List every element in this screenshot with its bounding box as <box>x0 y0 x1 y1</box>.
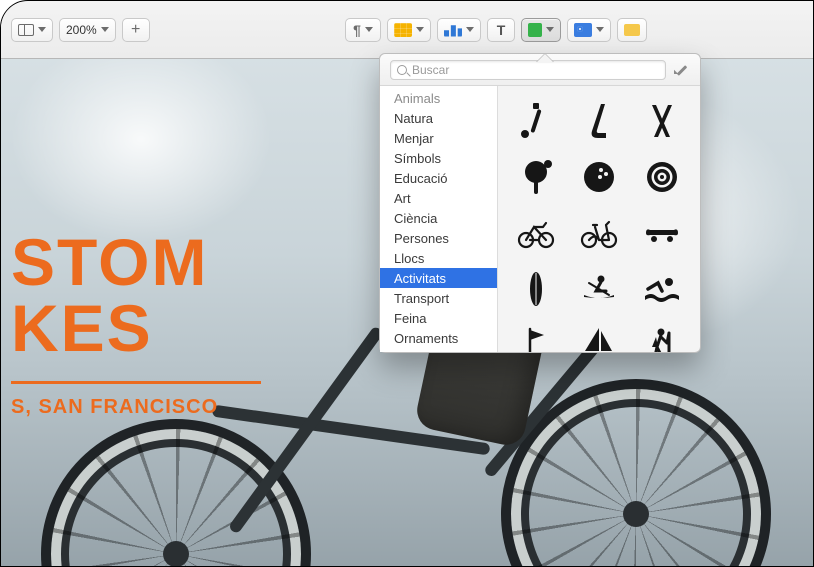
dartboard-icon[interactable] <box>642 157 682 197</box>
category-item[interactable]: Menjar <box>380 128 497 148</box>
category-item[interactable]: Llocs <box>380 248 497 268</box>
toolbar: 200% + ¶ T <box>1 1 813 59</box>
table-tennis-icon[interactable] <box>516 157 556 197</box>
text-icon: T <box>497 22 506 38</box>
title-line-2: KES <box>11 295 261 361</box>
app-window: 200% + ¶ T <box>0 0 814 567</box>
category-item[interactable]: Educació <box>380 168 497 188</box>
category-item[interactable]: Ornaments <box>380 328 497 348</box>
document-title-block: STOM KES S, SAN FRANCISCO <box>11 229 261 419</box>
zoom-value: 200% <box>66 23 97 37</box>
chevron-down-icon <box>38 27 46 32</box>
insert-table-button[interactable] <box>387 18 431 42</box>
shape-icon <box>528 23 542 37</box>
insert-comment-button[interactable] <box>617 18 647 42</box>
comment-icon <box>624 24 640 36</box>
category-item[interactable]: Transport <box>380 288 497 308</box>
add-page-button[interactable]: + <box>122 18 150 42</box>
search-placeholder: Buscar <box>412 63 449 77</box>
title-rule <box>11 381 261 384</box>
shape-grid[interactable] <box>498 86 700 352</box>
zoom-select[interactable]: 200% <box>59 18 116 42</box>
insert-chart-button[interactable] <box>437 18 481 42</box>
hiker-icon[interactable] <box>642 325 682 352</box>
draw-shape-button[interactable] <box>674 62 690 78</box>
insert-media-button[interactable] <box>567 18 611 42</box>
skateboard-icon[interactable] <box>642 213 682 253</box>
rowing-icon[interactable] <box>579 269 619 309</box>
media-icon <box>574 23 592 37</box>
category-item[interactable]: Activitats <box>380 268 497 288</box>
category-item[interactable]: Natura <box>380 108 497 128</box>
view-menu-button[interactable] <box>11 18 53 42</box>
category-item[interactable]: Ciència <box>380 208 497 228</box>
insert-textbox-button[interactable]: T <box>487 18 515 42</box>
pilcrow-icon: ¶ <box>353 22 361 38</box>
ski-poles-icon[interactable] <box>642 101 682 141</box>
chevron-down-icon <box>466 27 474 32</box>
chevron-down-icon <box>365 27 373 32</box>
title-line-1: STOM <box>11 229 261 295</box>
shape-category-list[interactable]: AnimalsNaturaMenjarSímbolsEducacióArtCiè… <box>380 86 498 352</box>
category-item[interactable]: Persones <box>380 228 497 248</box>
shapes-popover-header: Buscar <box>380 54 700 86</box>
cricket-bat-icon[interactable] <box>516 101 556 141</box>
surfboard-icon[interactable] <box>516 269 556 309</box>
category-item[interactable]: Art <box>380 188 497 208</box>
table-icon <box>394 23 412 37</box>
golf-flag-icon[interactable] <box>516 325 556 352</box>
chevron-down-icon <box>416 27 424 32</box>
category-item[interactable]: Animals <box>380 88 497 108</box>
paragraph-style-button[interactable]: ¶ <box>345 18 381 42</box>
subtitle: S, SAN FRANCISCO <box>11 396 261 419</box>
swimmer-icon[interactable] <box>642 269 682 309</box>
chevron-down-icon <box>546 27 554 32</box>
bicycle-mens-icon[interactable] <box>516 213 556 253</box>
chevron-down-icon <box>596 27 604 32</box>
search-icon <box>397 65 407 75</box>
chevron-down-icon <box>101 27 109 32</box>
bowling-ball-icon[interactable] <box>579 157 619 197</box>
hockey-stick-icon[interactable] <box>579 101 619 141</box>
category-item[interactable]: Feina <box>380 308 497 328</box>
insert-shape-button[interactable] <box>521 18 561 42</box>
bicycle-womens-icon[interactable] <box>579 213 619 253</box>
sailboat-icon[interactable] <box>579 325 619 352</box>
plus-icon: + <box>131 22 140 38</box>
shapes-search-input[interactable]: Buscar <box>390 60 666 80</box>
chart-icon <box>444 23 462 37</box>
shapes-popover: Buscar AnimalsNaturaMenjarSímbolsEducaci… <box>379 53 701 353</box>
view-icon <box>18 24 34 36</box>
category-item[interactable]: Símbols <box>380 148 497 168</box>
